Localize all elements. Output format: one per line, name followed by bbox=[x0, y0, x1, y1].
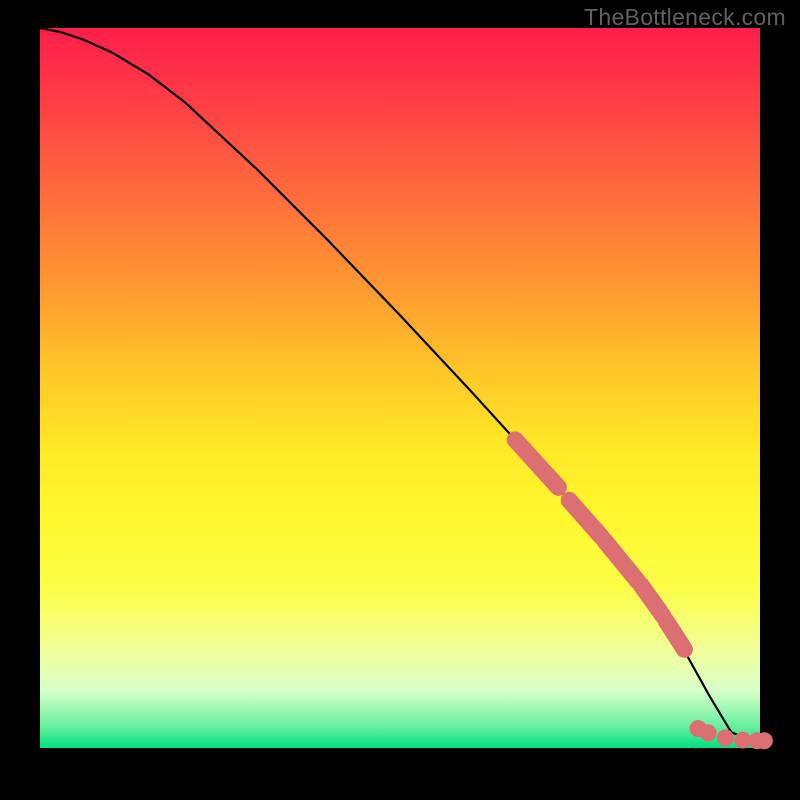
highlight-segment bbox=[641, 585, 663, 615]
main-curve bbox=[40, 28, 760, 744]
chart-overlay bbox=[40, 28, 760, 748]
highlight-dots bbox=[690, 720, 773, 749]
highlight-segment bbox=[515, 440, 558, 488]
highlight-dot bbox=[717, 729, 734, 746]
chart-frame: TheBottleneck.com bbox=[0, 0, 800, 800]
highlight-segments bbox=[515, 440, 684, 650]
highlight-dot bbox=[756, 732, 773, 749]
highlight-segment bbox=[569, 500, 601, 537]
watermark-text: TheBottleneck.com bbox=[584, 4, 786, 31]
highlight-segment bbox=[666, 621, 684, 649]
highlight-dot bbox=[700, 724, 717, 741]
highlight-segment bbox=[605, 541, 637, 581]
